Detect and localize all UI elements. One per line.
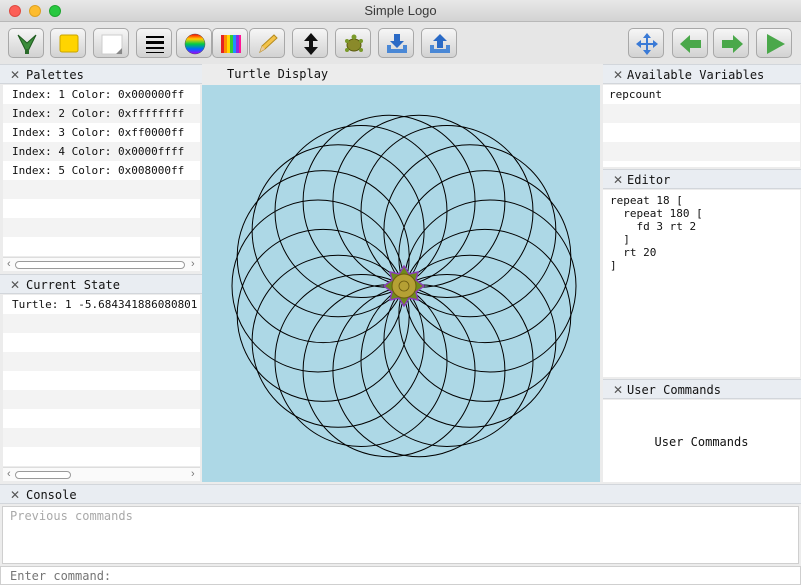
title-bar: Simple Logo (0, 0, 801, 22)
current-state-title: Current State (26, 278, 120, 292)
color-wheel-icon (184, 33, 206, 55)
turtle-pen-button[interactable] (8, 28, 44, 58)
palettes-list: Index: 1 Color: 0x000000ff Index: 2 Colo… (3, 85, 200, 256)
current-state-header: ✕ Current State (0, 274, 202, 294)
download-icon (387, 34, 407, 53)
list-item (3, 390, 200, 409)
palettes-header: ✕ Palettes (0, 64, 202, 84)
redo-button[interactable] (713, 28, 749, 58)
list-item (603, 104, 800, 123)
list-item (3, 237, 200, 256)
redo-icon (722, 35, 743, 53)
console-header: ✕ Console (0, 484, 801, 504)
turtle-image-icon (345, 34, 363, 52)
list-item (3, 352, 200, 371)
list-item (3, 314, 200, 333)
list-item (3, 199, 200, 218)
pen-up-down-icon (304, 33, 318, 55)
list-item (3, 333, 200, 352)
pen-size-button[interactable] (249, 28, 285, 58)
palettes-title: Palettes (26, 68, 84, 82)
close-user-commands-icon[interactable]: ✕ (613, 383, 623, 397)
run-button[interactable] (756, 28, 792, 58)
current-state-scrollbar[interactable]: ‹ › (3, 467, 200, 481)
list-item (603, 123, 800, 142)
upload-icon (430, 34, 450, 53)
turtle-icon (382, 264, 426, 308)
console-title: Console (26, 488, 77, 502)
list-item (3, 409, 200, 428)
variables-title: Available Variables (627, 68, 765, 82)
editor-code[interactable]: repeat 18 [ repeat 180 [ fd 3 rt 2 ] rt … (610, 194, 703, 272)
turtle-image-button[interactable] (335, 28, 371, 58)
command-input[interactable] (0, 566, 801, 585)
console-history[interactable]: Previous commands (2, 506, 799, 564)
move-icon (636, 33, 658, 55)
close-current-state-icon[interactable]: ✕ (10, 278, 20, 292)
fill-color-icon (59, 34, 79, 53)
close-console-icon[interactable]: ✕ (10, 488, 20, 502)
editor-title: Editor (627, 173, 671, 187)
run-icon (767, 34, 785, 54)
turtle-pen-icon (17, 34, 37, 55)
turtle-canvas[interactable] (202, 85, 600, 482)
close-variables-icon[interactable]: ✕ (613, 68, 623, 82)
palette-row[interactable]: Index: 1 Color: 0x000000ff (3, 85, 200, 104)
close-editor-icon[interactable]: ✕ (613, 173, 623, 187)
turtle-drawing (231, 114, 577, 458)
scroll-left-icon[interactable]: ‹ (7, 468, 11, 480)
palette-button[interactable] (212, 28, 248, 58)
scroll-right-icon[interactable]: › (191, 468, 195, 480)
list-item (3, 447, 200, 466)
palette-row[interactable]: Index: 5 Color: 0x008000ff (3, 161, 200, 180)
pen-color-button[interactable] (176, 28, 212, 58)
scrollbar-thumb[interactable] (15, 471, 71, 479)
palette-row[interactable]: Index: 3 Color: 0xff0000ff (3, 123, 200, 142)
palette-row[interactable]: Index: 2 Color: 0xffffffff (3, 104, 200, 123)
scroll-left-icon[interactable]: ‹ (7, 258, 11, 270)
current-state-list: Turtle: 1 -5.684341886080801 (3, 295, 200, 466)
pencil-icon (259, 34, 278, 54)
list-item (3, 180, 200, 199)
list-item (3, 371, 200, 390)
undo-icon (680, 35, 701, 53)
list-item (603, 142, 800, 161)
palette-row[interactable]: Index: 4 Color: 0x0000ffff (3, 142, 200, 161)
palettes-scrollbar[interactable]: ‹ › (3, 257, 200, 271)
window-title: Simple Logo (364, 3, 437, 18)
user-commands-placeholder: User Commands (654, 435, 749, 449)
scroll-right-icon[interactable]: › (191, 258, 195, 270)
toolbar (0, 22, 801, 64)
variables-header: ✕ Available Variables (603, 64, 801, 84)
turtle-display-title: Turtle Display (227, 67, 329, 81)
console-history-placeholder: Previous commands (10, 509, 133, 523)
line-style-button[interactable] (136, 28, 172, 58)
user-commands-header: ✕ User Commands (603, 379, 801, 399)
state-row[interactable]: Turtle: 1 -5.684341886080801 (3, 295, 200, 314)
background-color-button[interactable] (93, 28, 129, 58)
fill-color-button[interactable] (50, 28, 86, 58)
upload-button[interactable] (421, 28, 457, 58)
pen-up-down-button[interactable] (292, 28, 328, 58)
background-color-icon (101, 34, 123, 55)
move-button[interactable] (628, 28, 664, 58)
undo-button[interactable] (672, 28, 708, 58)
palette-icon (221, 35, 241, 53)
variables-list: repcount (603, 85, 800, 167)
variable-row[interactable]: repcount (603, 85, 800, 104)
close-palettes-icon[interactable]: ✕ (10, 68, 20, 82)
scrollbar-thumb[interactable] (15, 261, 185, 269)
list-item (3, 218, 200, 237)
user-commands-title: User Commands (627, 383, 721, 397)
line-style-icon (146, 36, 164, 53)
download-button[interactable] (378, 28, 414, 58)
list-item (3, 428, 200, 447)
editor-header: ✕ Editor (603, 169, 801, 189)
